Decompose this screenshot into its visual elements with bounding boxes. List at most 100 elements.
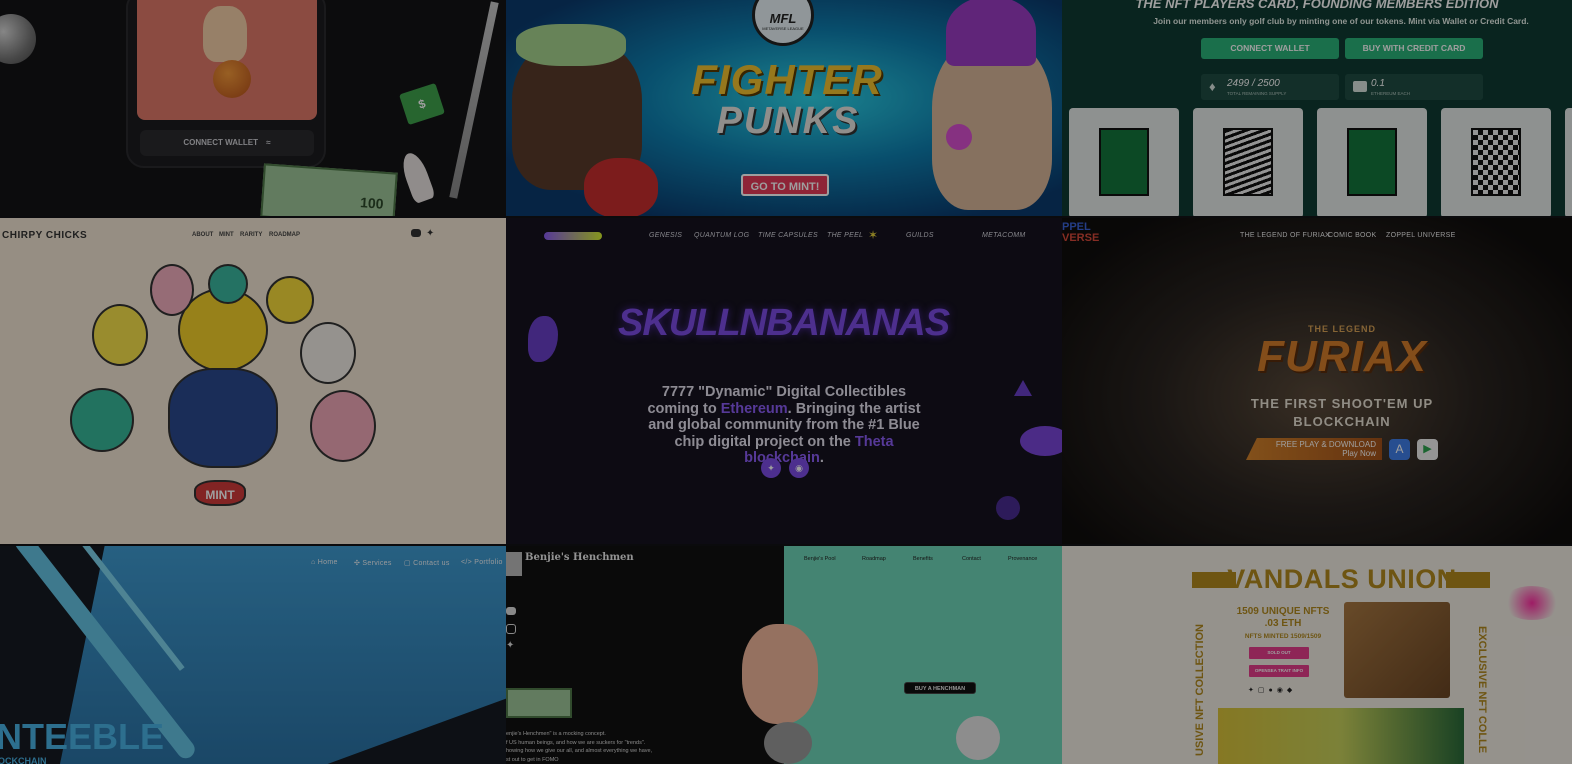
nav-benefits[interactable]: Benefits xyxy=(913,556,933,562)
logo-line-2: VERSE xyxy=(1062,232,1100,244)
card-thumbnail[interactable] xyxy=(1441,108,1551,216)
monkey-character xyxy=(742,624,818,724)
avatar-thumb xyxy=(506,552,522,576)
gum-bubble xyxy=(946,124,972,150)
chick-teal xyxy=(208,264,248,304)
nav-benjies-pool[interactable]: Benjie's Pool xyxy=(804,556,836,562)
nav-comic-book[interactable]: COMIC BOOK xyxy=(1328,232,1377,239)
google-play-icon[interactable]: ▶ xyxy=(1417,439,1438,460)
purple-swoosh xyxy=(1020,426,1062,456)
site-logo: CHIRPY CHICKS xyxy=(2,230,88,241)
side-text-right: EXCLUSIVE NFT COLLE xyxy=(1476,626,1488,754)
nav-services[interactable]: ✣ Services xyxy=(354,559,392,567)
free-play-button[interactable]: FREE PLAY & DOWNLOAD Play Now xyxy=(1246,438,1382,460)
home-icon: ⌂ xyxy=(311,559,318,566)
twitter-icon[interactable]: ✦ xyxy=(1248,687,1258,694)
side-text-left: USIVE NFT COLLECTION xyxy=(1194,624,1206,756)
nav-portfolio[interactable]: </> Portfolio xyxy=(461,559,503,566)
body-line-3: howing how we give our all, and almost e… xyxy=(506,748,653,754)
opensea-icon[interactable]: ◉ xyxy=(1277,687,1287,694)
card-thumbnail[interactable] xyxy=(1069,108,1179,216)
card-thumbnail[interactable] xyxy=(1565,108,1572,216)
nav-contact[interactable]: ▢ Contact us xyxy=(404,559,450,567)
nav-home[interactable]: ⌂ Home xyxy=(311,559,338,566)
twitter-icon[interactable]: ✦ xyxy=(506,640,514,651)
go-to-mint-button[interactable]: GO TO MINT! xyxy=(741,174,829,196)
discord-icon[interactable]: ◉ xyxy=(789,458,809,478)
money-bill xyxy=(506,688,572,718)
connect-wallet-button[interactable]: CONNECT WALLET xyxy=(1201,38,1339,59)
twitter-icon[interactable]: ✦ xyxy=(426,228,434,239)
nav-quantum-log[interactable]: QUANTUM LOG xyxy=(694,232,749,239)
nav-mint[interactable]: MINT xyxy=(219,232,234,238)
connect-wallet-label: CONNECT WALLET xyxy=(183,138,259,147)
art-strip xyxy=(1218,708,1464,764)
site-title: VANDALS UNION xyxy=(1227,564,1457,594)
twitter-icon[interactable]: ✦ xyxy=(761,458,781,478)
tile-fighter-punks[interactable]: MFL METAVERSE LEAGUE FIGHTER PUNKS GO TO… xyxy=(506,0,1062,216)
tile-benjies-henchmen[interactable]: Benjie's Henchmen Benjie's Pool Roadmap … xyxy=(506,546,1062,764)
dollar-bill: 100 xyxy=(260,163,398,216)
nav-rarity[interactable]: RARITY xyxy=(240,232,262,238)
nav-roadmap[interactable]: ROADMAP xyxy=(269,232,300,238)
chick-green xyxy=(70,388,134,452)
tile-mintable-blockchain[interactable]: ⌂ Home ✣ Services ▢ Contact us </> Portf… xyxy=(0,546,506,764)
dollar-stack: $ xyxy=(398,82,446,126)
sold-out-button[interactable]: SOLD OUT xyxy=(1249,647,1309,659)
nav-services-label: Services xyxy=(362,560,392,567)
card-thumbnail[interactable] xyxy=(1317,108,1427,216)
play-now-label: Play Now xyxy=(1342,449,1376,458)
instagram-icon[interactable]: ▢ xyxy=(1258,687,1269,694)
planet-image xyxy=(0,14,36,64)
stat-unique: 1509 UNIQUE NFTS xyxy=(1236,606,1330,617)
nav-genesis[interactable]: GENESIS xyxy=(649,232,682,239)
brand-title: NTEEBLE xyxy=(0,716,165,757)
page-heading: THE NFT PLAYERS CARD, FOUNDING MEMBERS E… xyxy=(1135,0,1499,11)
card-checkered xyxy=(1471,128,1521,196)
tile-golf-club-nft[interactable]: THE NFT PLAYERS CARD, FOUNDING MEMBERS E… xyxy=(1062,0,1572,216)
ethereum-link[interactable]: Ethereum xyxy=(721,401,788,417)
tagline-2: BLOCKCHAIN xyxy=(1293,414,1391,429)
nav-legend-of-furiax[interactable]: THE LEGEND OF FURIAX xyxy=(1240,232,1330,239)
reddit-icon[interactable]: ● xyxy=(1269,687,1277,694)
buy-with-credit-card-button[interactable]: BUY WITH CREDIT CARD xyxy=(1345,38,1483,59)
tile-chirpy-chicks[interactable]: CHIRPY CHICKS ABOUT MINT RARITY ROADMAP … xyxy=(0,218,506,544)
nav-contact-label: Contact us xyxy=(413,560,450,567)
badge-ring-text: METAVERSE LEAGUE xyxy=(762,26,804,31)
nav-contact[interactable]: Contact xyxy=(962,556,981,562)
nav-guilds[interactable]: GUILDS xyxy=(906,232,934,239)
nav-zoppel-universe[interactable]: ZOPPEL UNIVERSE xyxy=(1386,232,1456,239)
chick-yellow-small xyxy=(266,276,314,324)
opensea-trait-button[interactable]: OPENSEA TRAIT INFO xyxy=(1249,665,1309,677)
card-thumbnail[interactable] xyxy=(1193,108,1303,216)
site-description: 7777 "Dynamic" Digital Collectibles comi… xyxy=(646,384,922,467)
nav-metacomm[interactable]: METACOMM xyxy=(982,232,1026,239)
character-figure xyxy=(203,6,247,62)
buy-henchman-button[interactable]: BUY A HENCHMAN xyxy=(904,682,976,694)
discord-icon[interactable]: ◆ xyxy=(1287,687,1296,694)
page-subtitle: Join our members only golf club by minti… xyxy=(1153,16,1529,26)
tile-furiax[interactable]: PPEL VERSE THE LEGEND OF FURIAX COMIC BO… xyxy=(1062,218,1572,544)
tile-skullnbananas[interactable]: GENESIS QUANTUM LOG TIME CAPSULES THE PE… xyxy=(506,218,1062,544)
site-logo[interactable]: PPEL VERSE xyxy=(1062,222,1099,244)
nav-the-peel[interactable]: THE PEEL xyxy=(827,232,863,239)
brand-name[interactable]: Benjie's Henchmen xyxy=(525,552,634,563)
social-icons: ✦▢●◉◆ xyxy=(1248,686,1296,694)
nav-roadmap[interactable]: Roadmap xyxy=(862,556,886,562)
connect-wallet-button[interactable]: CONNECT WALLET ≈ xyxy=(140,130,314,156)
nav-about[interactable]: ABOUT xyxy=(192,232,213,238)
chick-pink-right xyxy=(310,390,376,462)
chick-pink xyxy=(150,264,194,316)
instagram-icon[interactable] xyxy=(506,624,516,634)
nav-provenance[interactable]: Provenance xyxy=(1008,556,1037,562)
discord-icon[interactable] xyxy=(411,229,421,237)
free-play-label: FREE PLAY & DOWNLOAD xyxy=(1275,440,1376,449)
mint-button[interactable]: MINT xyxy=(194,480,246,506)
nav-time-capsules[interactable]: TIME CAPSULES xyxy=(758,232,818,239)
discord-icon[interactable] xyxy=(506,607,516,615)
site-logo[interactable] xyxy=(544,232,602,240)
teal-panel xyxy=(784,546,1062,764)
app-store-icon[interactable]: A xyxy=(1389,439,1410,460)
tile-nft-space-character[interactable]: CONNECT WALLET ≈ $ 100 xyxy=(0,0,506,216)
tile-vandals-union[interactable]: VANDALS UNION USIVE NFT COLLECTION EXCLU… xyxy=(1062,546,1572,764)
